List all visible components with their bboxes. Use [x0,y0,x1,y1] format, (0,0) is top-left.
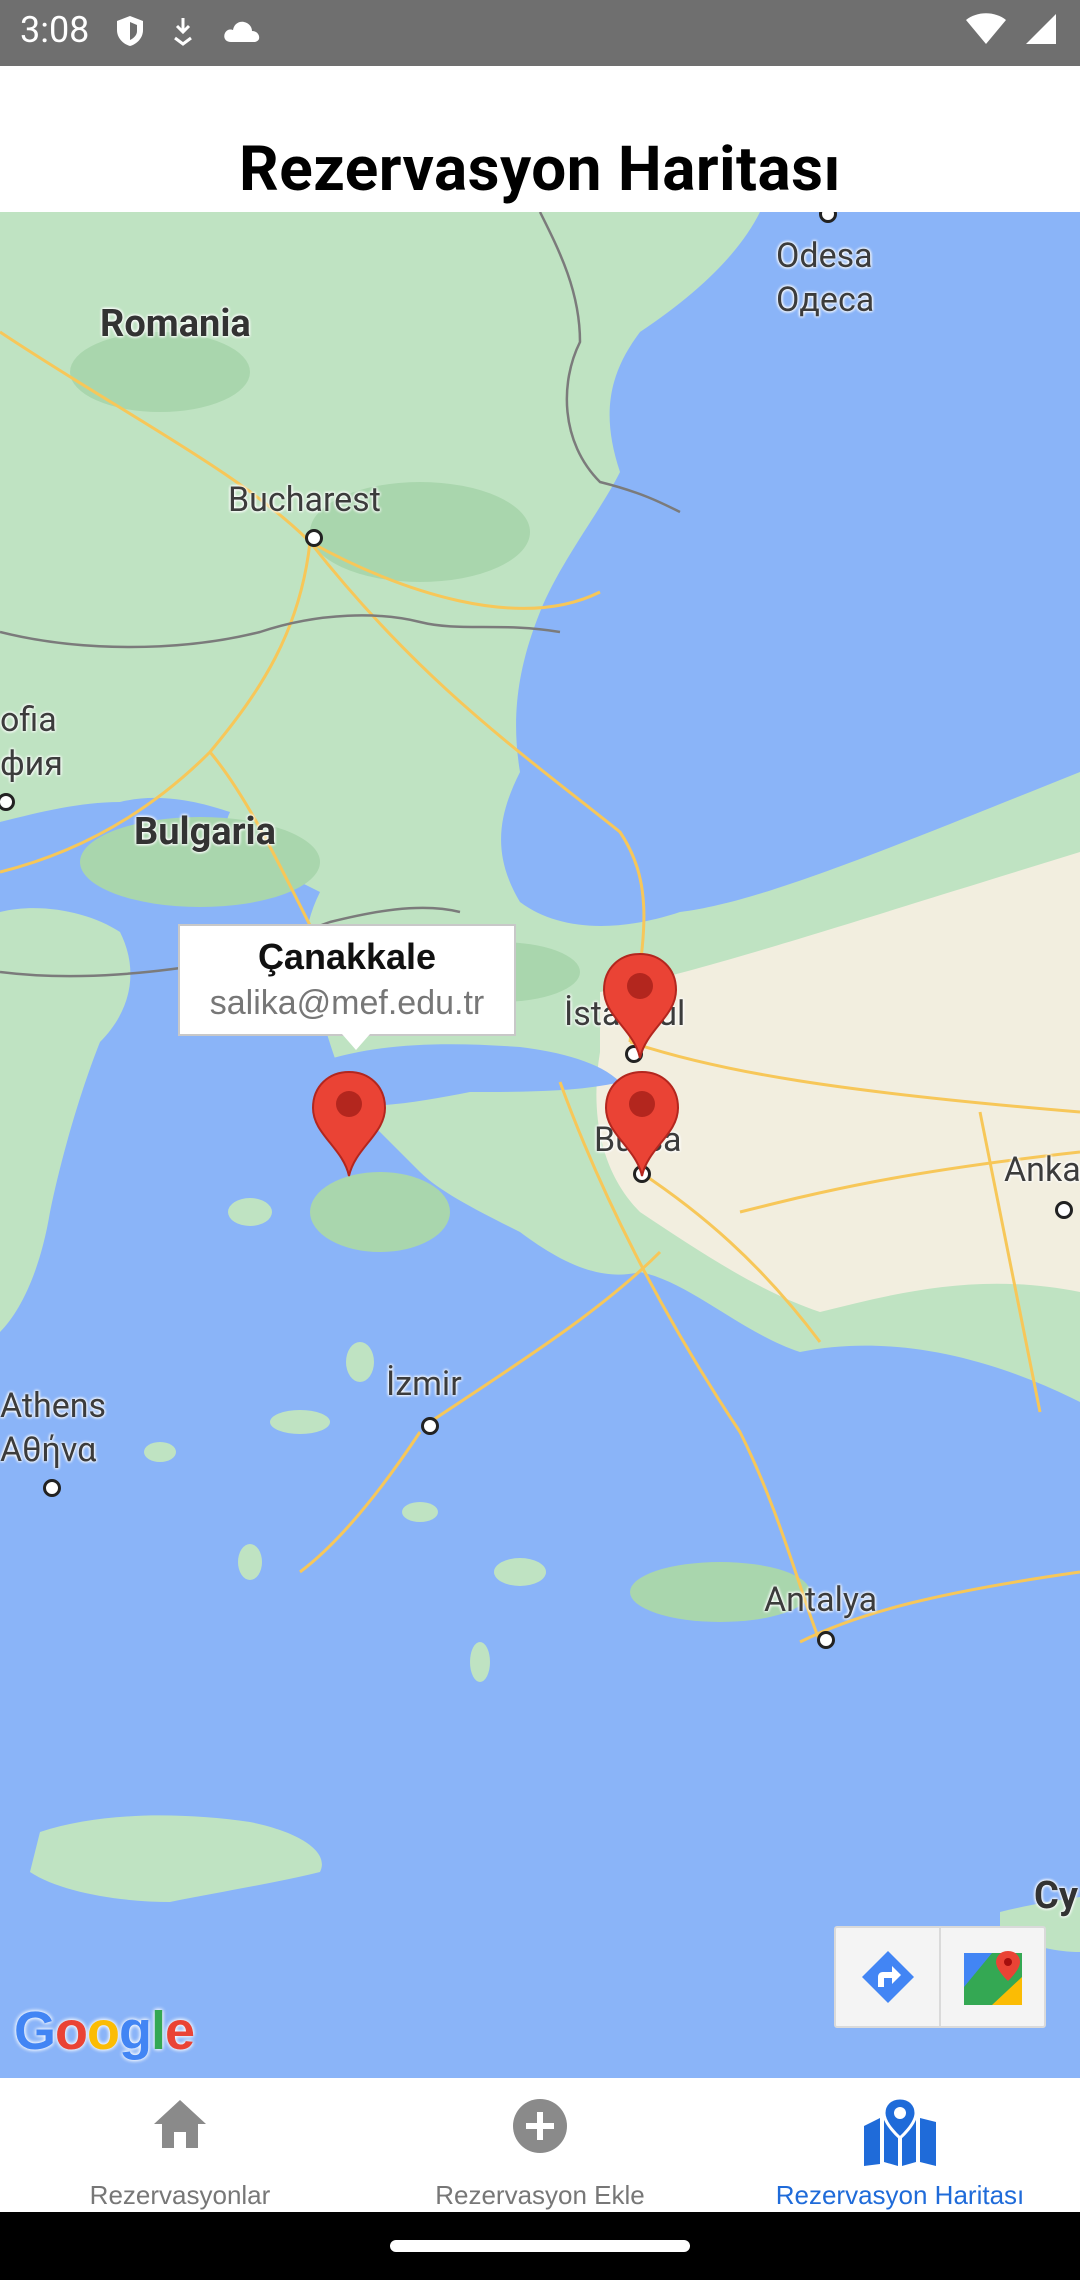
map-label-bucharest: Bucharest [228,480,381,520]
map-label-ankara: Anka [1004,1150,1080,1190]
page-title: Rezervasyon Haritası [239,133,841,206]
city-dot-ankara [1055,1201,1073,1219]
city-dot-antalya [817,1631,835,1649]
map-label-romania: Romania [100,302,251,346]
open-in-maps-button[interactable] [939,1928,1044,2026]
directions-button[interactable] [836,1928,939,2026]
download-icon [174,18,192,46]
system-navigation-bar [0,2212,1080,2280]
bottom-navigation: Rezervasyonlar Rezervasyon Ekle Rezervas… [0,2078,1080,2212]
marker-info-window[interactable]: Çanakkale salika@mef.edu.tr [178,924,516,1050]
map-label-odesa-cyrillic: Одеса [776,280,875,320]
map-label-antalya: Antalya [764,1580,878,1620]
home-gesture-pill[interactable] [390,2240,690,2252]
wifi-icon [966,13,1006,44]
map-marker-istanbul[interactable] [600,950,680,1060]
map-view[interactable]: Romania Bulgaria Bucharest Odesa Одеса o… [0,212,1080,2078]
home-icon [154,2100,206,2148]
add-circle-icon [513,2099,567,2153]
city-dot-bucharest [305,529,323,547]
map-label-izmir: İzmir [386,1364,462,1404]
nav-label-rezervasyon-haritasi: Rezervasyon Haritası [775,2180,1025,2210]
google-logo: Google [14,2001,195,2061]
nav-item-rezervasyonlar[interactable]: Rezervasyonlar [0,2078,360,2212]
info-window-title: Çanakkale [257,936,437,977]
directions-icon [861,1951,914,2003]
info-window-snippet: salika@mef.edu.tr [209,984,485,1022]
map-label-cyprus: Cy [1034,1874,1078,1918]
map-base [0,212,1080,2078]
signal-icon [1026,14,1056,44]
nav-label-rezervasyon-ekle: Rezervasyon Ekle [435,2180,645,2210]
nav-item-rezervasyon-ekle[interactable]: Rezervasyon Ekle [360,2078,720,2212]
map-label-odesa: Odesa [776,236,873,276]
map-marker-bursa[interactable] [602,1068,682,1178]
map-label-athens-greek: Αθήνα [0,1430,97,1470]
map-label-athens: Athens [0,1386,107,1426]
city-dot-athens [43,1479,61,1497]
status-time: 3:08 [20,9,90,51]
shield-icon [117,16,143,46]
status-bar: 3:08 [0,0,1080,66]
map-label-bulgaria: Bulgaria [134,810,276,854]
header: Rezervasyon Haritası [0,66,1080,212]
nav-item-rezervasyon-haritasi[interactable]: Rezervasyon Haritası [720,2078,1080,2212]
cloud-icon [224,21,260,42]
map-toolbar [834,1926,1046,2028]
map-label-sofia-cyrillic: фия [0,744,63,784]
google-maps-icon [963,1951,1022,2005]
map-icon [864,2096,936,2166]
nav-label-rezervasyonlar: Rezervasyonlar [89,2180,271,2210]
city-dot-izmir [421,1417,439,1435]
map-marker-canakkale[interactable] [309,1068,389,1178]
map-label-sofia: ofia [0,700,57,740]
